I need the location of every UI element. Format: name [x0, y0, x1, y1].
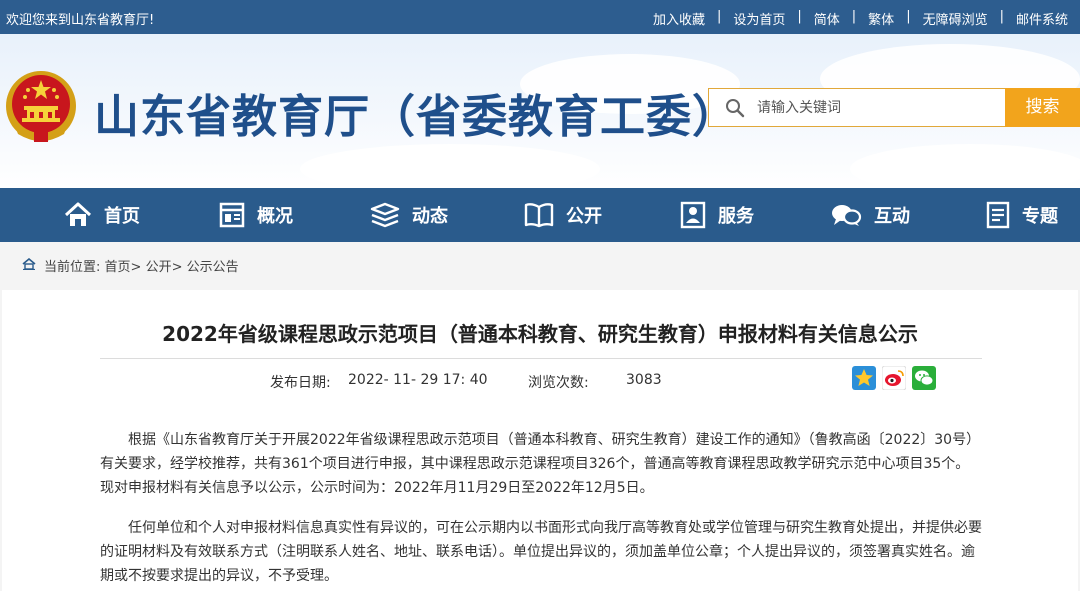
location-home-icon	[22, 258, 36, 270]
nav-label: 服务	[718, 206, 754, 227]
nav-label: 公开	[566, 206, 602, 227]
main-nav: 首页 概况 动态 公开 服务 互动 专题	[0, 188, 1080, 242]
set-homepage-link[interactable]: 设为首页	[721, 9, 797, 28]
search-input[interactable]	[757, 95, 997, 121]
top-bar: 欢迎您来到山东省教育厅! 加入收藏 | 设为首页 | 简体 | 繁体 | 无障碍浏览 | …	[0, 0, 1080, 34]
divider	[100, 358, 982, 359]
article-paragraph: 任何单位和个人对申报材料信息真实性有异议的，可在公示期内以书面形式向我厅高等教育…	[100, 520, 982, 584]
breadcrumb-prefix: 当前位置:	[44, 260, 101, 275]
simplified-chinese-link[interactable]: 简体	[802, 9, 852, 28]
breadcrumb-home[interactable]: 首页	[105, 260, 131, 275]
breadcrumb-text: 当前位置: 首页> 公开> 公示公告	[44, 260, 239, 275]
nav-item-news[interactable]: 动态	[370, 188, 448, 242]
traditional-chinese-link[interactable]: 繁体	[856, 9, 906, 28]
site-title[interactable]: 山东省教育厅（省委教育工委）	[94, 80, 738, 145]
service-icon	[680, 201, 706, 229]
nav-label: 首页	[104, 206, 140, 227]
breadcrumb: 当前位置: 首页> 公开> 公示公告	[0, 242, 1080, 284]
document-icon	[986, 201, 1010, 229]
nav-label: 互动	[874, 206, 910, 227]
article: 2022年省级课程思政示范项目（普通本科教育、研究生教育）申报材料有关信息公示 …	[2, 290, 1078, 591]
search-button[interactable]: 搜索	[1005, 88, 1080, 127]
publish-date: 2022- 11- 29 17: 40	[348, 372, 488, 388]
qzone-star-icon[interactable]	[852, 366, 876, 390]
overview-icon	[219, 202, 245, 228]
breadcrumb-announcements[interactable]: 公示公告	[187, 260, 239, 275]
nav-label: 动态	[412, 206, 448, 227]
welcome-text: 欢迎您来到山东省教育厅!	[6, 13, 155, 28]
home-icon	[64, 202, 92, 226]
national-emblem-icon[interactable]	[4, 68, 78, 144]
breadcrumb-open[interactable]: 公开	[146, 260, 172, 275]
nav-label: 概况	[257, 206, 293, 227]
publish-date-label: 发布日期:	[270, 375, 331, 391]
nav-label: 专题	[1022, 206, 1058, 227]
search-box	[708, 88, 1005, 127]
article-paragraph: 根据《山东省教育厅关于开展2022年省级课程思政示范项目（普通本科教育、研究生教…	[100, 432, 981, 496]
accessibility-link[interactable]: 无障碍浏览	[911, 9, 1000, 28]
nav-item-interaction[interactable]: 互动	[830, 188, 910, 242]
nav-item-open[interactable]: 公开	[524, 188, 602, 242]
cloud-decoration	[300, 144, 600, 188]
article-title: 2022年省级课程思政示范项目（普通本科教育、研究生教育）申报材料有关信息公示	[162, 322, 918, 346]
top-links: 加入收藏 | 设为首页 | 简体 | 繁体 | 无障碍浏览 | 邮件系统	[641, 9, 1080, 28]
site-header: 山东省教育厅（省委教育工委） 搜索	[0, 34, 1080, 188]
wechat-icon[interactable]	[912, 366, 936, 390]
news-stack-icon	[370, 202, 400, 228]
views-label: 浏览次数:	[528, 375, 589, 391]
nav-item-service[interactable]: 服务	[680, 188, 754, 242]
nav-item-overview[interactable]: 概况	[219, 188, 293, 242]
weibo-icon[interactable]	[882, 366, 906, 390]
open-book-icon	[524, 203, 554, 228]
views-count: 3083	[626, 372, 662, 388]
nav-item-topics[interactable]: 专题	[986, 188, 1058, 242]
search-icon	[726, 99, 745, 118]
mail-system-link[interactable]: 邮件系统	[1004, 9, 1080, 28]
nav-item-home[interactable]: 首页	[64, 188, 140, 242]
add-favorite-link[interactable]: 加入收藏	[641, 9, 717, 28]
chat-bubbles-icon	[832, 205, 862, 226]
cloud-decoration	[850, 144, 1080, 188]
